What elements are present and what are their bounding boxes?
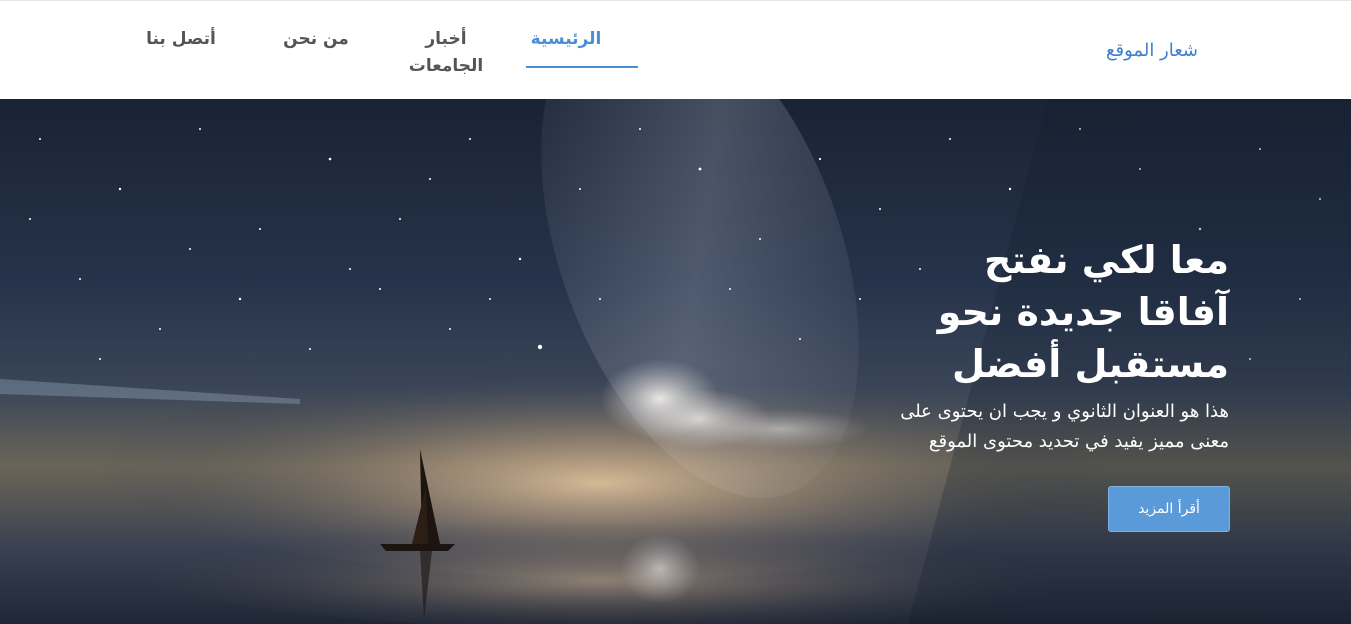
read-more-button[interactable]: أقرأ المزيد [1108, 486, 1230, 532]
hero-subtitle: هذا هو العنوان الثانوي و يجب ان يحتوى عل… [809, 397, 1229, 457]
nav-contact[interactable]: أتصل بنا [131, 26, 231, 53]
nav-about-label: من نحن [283, 29, 349, 49]
hero-section: معا لكي نفتح آفاقا جديدة نحو مستقبل أفضل… [0, 99, 1351, 624]
hero-title-line-3: مستقبل أفضل [952, 342, 1229, 386]
nav-university-news[interactable]: أخبار الجامعات [396, 26, 496, 80]
nav-contact-label: أتصل بنا [146, 29, 216, 49]
nav-news-label-line1: أخبار [425, 29, 467, 49]
top-navbar: شعار الموقع الرئيسية أخبار الجامعات من ن… [0, 0, 1351, 99]
hero-title-line-2: آفاقا جديدة نحو [937, 290, 1229, 334]
nav-about[interactable]: من نحن [271, 26, 361, 53]
site-logo[interactable]: شعار الموقع [1106, 39, 1198, 63]
hero-title-line-1: معا لكي نفتح [983, 238, 1229, 282]
nav-home-label: الرئيسية [530, 29, 602, 49]
active-nav-indicator [526, 66, 638, 68]
nav-news-label-line2: الجامعات [408, 56, 484, 76]
nav-home[interactable]: الرئيسية [511, 26, 621, 53]
hero-subtitle-line-1: هذا هو العنوان الثانوي و يجب ان يحتوى عل… [900, 401, 1229, 422]
hero-title: معا لكي نفتح آفاقا جديدة نحو مستقبل أفضل [849, 234, 1229, 390]
hero-subtitle-line-2: معنى مميز يفيد في تحديد محتوى الموقع [928, 431, 1229, 452]
